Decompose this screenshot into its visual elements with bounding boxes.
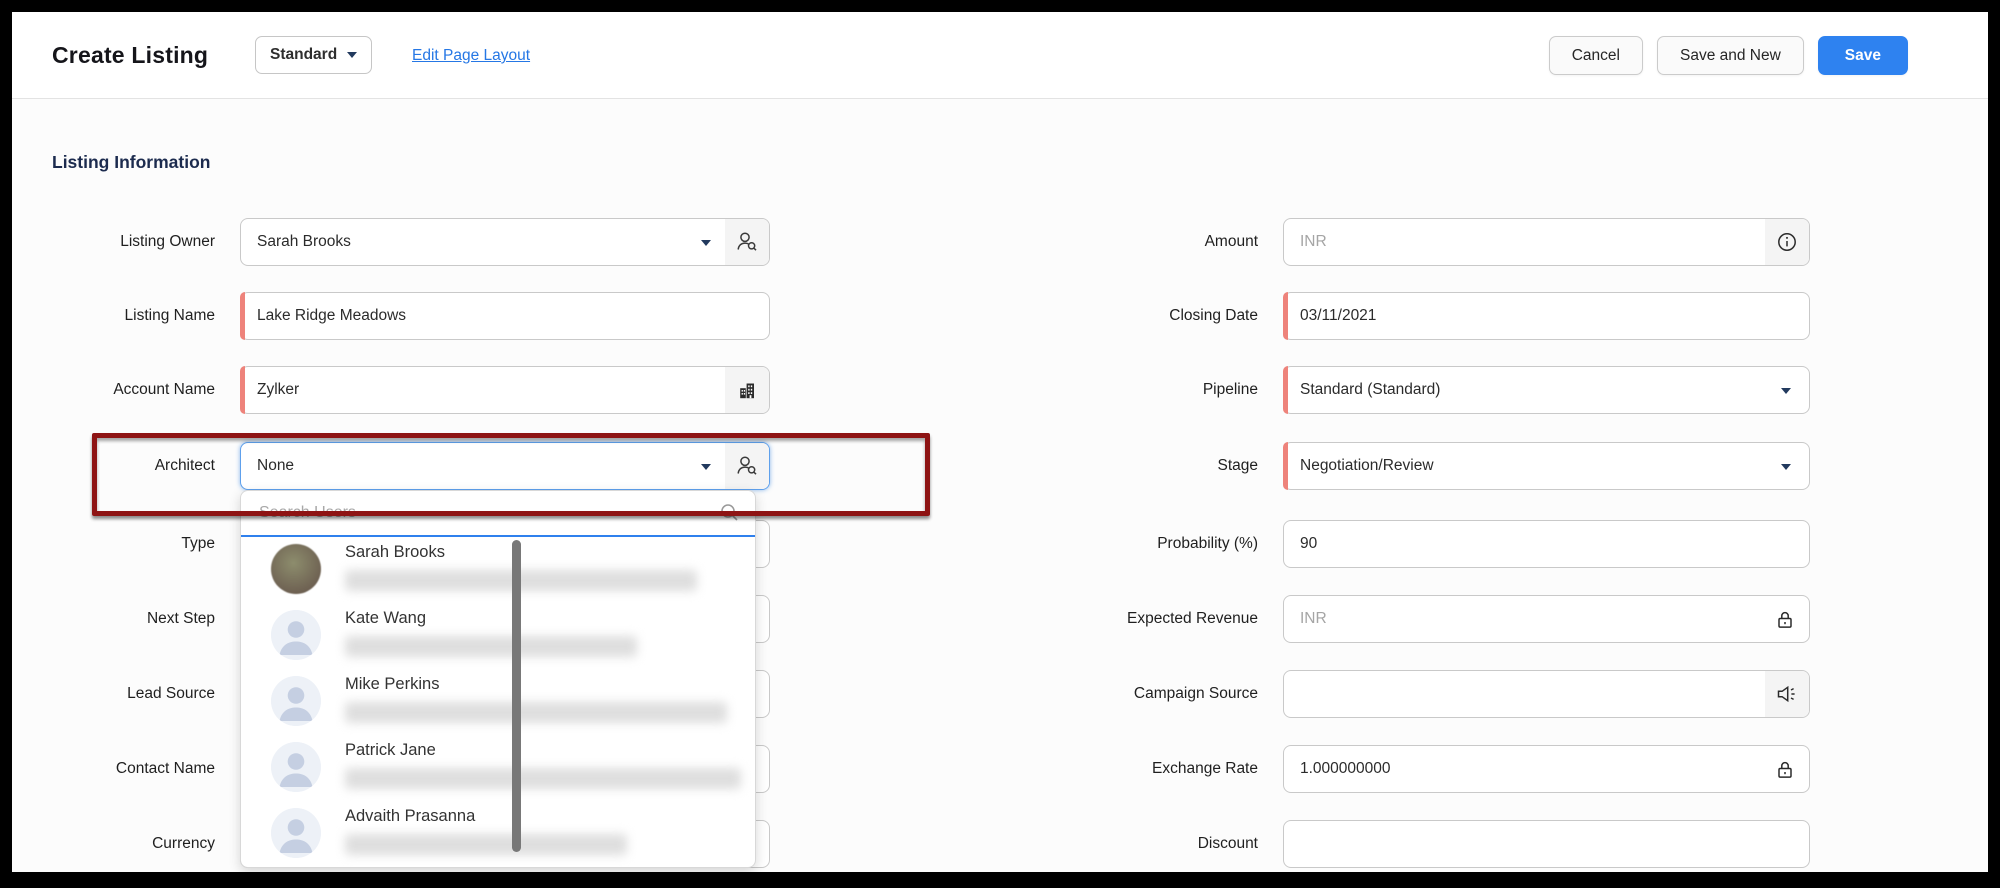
page-title: Create Listing (52, 12, 208, 98)
campaign-source-input[interactable] (1283, 670, 1810, 718)
user-name: Kate Wang (345, 609, 426, 628)
user-lookup-dropdown: Sarah Brooks Kate Wang Mike Perkins Patrick… (240, 490, 756, 868)
info-icon[interactable] (1765, 219, 1809, 265)
blurred-email (345, 834, 627, 855)
discount-label: Discount (1012, 820, 1258, 868)
cancel-button[interactable]: Cancel (1549, 36, 1643, 75)
user-option-patrick-jane[interactable]: Patrick Jane (241, 735, 755, 801)
person-avatar-icon (271, 742, 321, 792)
field-row-amount: Amount INR (12, 218, 1988, 266)
field-row-stage: Stage Negotiation/Review (12, 442, 1988, 490)
field-row-closing-date: Closing Date 03/11/2021 (12, 292, 1988, 340)
user-photo-avatar (271, 544, 321, 594)
exchange-rate-input[interactable]: 1.000000000 (1283, 745, 1810, 793)
stage-input[interactable]: Negotiation/Review (1283, 442, 1810, 490)
user-list: Sarah Brooks Kate Wang Mike Perkins Patrick… (241, 537, 755, 867)
blurred-email (345, 636, 637, 657)
person-avatar-icon (271, 676, 321, 726)
stage-value: Negotiation/Review (1300, 443, 1434, 489)
amount-placeholder: INR (1300, 219, 1327, 265)
campaign-source-label: Campaign Source (1012, 670, 1258, 718)
chevron-down-icon (347, 52, 357, 58)
probability-label: Probability (%) (1012, 520, 1258, 568)
user-option-sarah-brooks[interactable]: Sarah Brooks (241, 537, 755, 603)
person-avatar-icon (271, 808, 321, 858)
stage-label: Stage (1012, 442, 1258, 490)
blurred-email (345, 570, 697, 591)
exchange-rate-label: Exchange Rate (1012, 745, 1258, 793)
pipeline-label: Pipeline (1012, 366, 1258, 414)
expected-revenue-input[interactable]: INR (1283, 595, 1810, 643)
header: Create Listing Standard Edit Page Layout… (12, 12, 1988, 99)
user-name: Advaith Prasanna (345, 807, 475, 826)
save-button[interactable]: Save (1818, 36, 1908, 75)
person-avatar-icon (271, 610, 321, 660)
save-and-new-button[interactable]: Save and New (1657, 36, 1804, 75)
section-title: Listing Information (52, 152, 210, 173)
probability-input[interactable]: 90 (1283, 520, 1810, 568)
app-window: Create Listing Standard Edit Page Layout… (12, 12, 1988, 872)
probability-value: 90 (1300, 521, 1317, 567)
closing-date-label: Closing Date (1012, 292, 1258, 340)
amount-input[interactable]: INR (1283, 218, 1810, 266)
user-name: Sarah Brooks (345, 543, 445, 562)
expected-revenue-label: Expected Revenue (1012, 595, 1258, 643)
layout-selector-label: Standard (270, 46, 337, 64)
closing-date-value: 03/11/2021 (1300, 293, 1376, 339)
amount-label: Amount (1012, 218, 1258, 266)
search-icon (719, 502, 741, 524)
user-search-row (241, 491, 755, 537)
user-name: Patrick Jane (345, 741, 436, 760)
field-row-pipeline: Pipeline Standard (Standard) (12, 366, 1988, 414)
user-name: Mike Perkins (345, 675, 439, 694)
expected-revenue-placeholder: INR (1300, 596, 1327, 642)
blurred-email (345, 702, 727, 723)
dropdown-scrollbar[interactable] (512, 540, 521, 852)
discount-input[interactable] (1283, 820, 1810, 868)
lock-icon (1775, 746, 1795, 794)
edit-page-layout-link[interactable]: Edit Page Layout (412, 12, 530, 98)
megaphone-icon[interactable] (1765, 671, 1809, 717)
chevron-down-icon[interactable] (1781, 464, 1791, 470)
user-option-advaith-prasanna[interactable]: Advaith Prasanna (241, 801, 755, 867)
layout-selector[interactable]: Standard (255, 36, 372, 74)
header-actions: Cancel Save and New Save (1549, 36, 1908, 75)
blurred-email (345, 768, 741, 789)
pipeline-input[interactable]: Standard (Standard) (1283, 366, 1810, 414)
user-option-kate-wang[interactable]: Kate Wang (241, 603, 755, 669)
search-users-input[interactable] (257, 495, 701, 531)
lock-icon (1775, 596, 1795, 644)
pipeline-value: Standard (Standard) (1300, 367, 1440, 413)
closing-date-input[interactable]: 03/11/2021 (1283, 292, 1810, 340)
chevron-down-icon[interactable] (1781, 388, 1791, 394)
exchange-rate-value: 1.000000000 (1300, 746, 1391, 792)
user-option-mike-perkins[interactable]: Mike Perkins (241, 669, 755, 735)
